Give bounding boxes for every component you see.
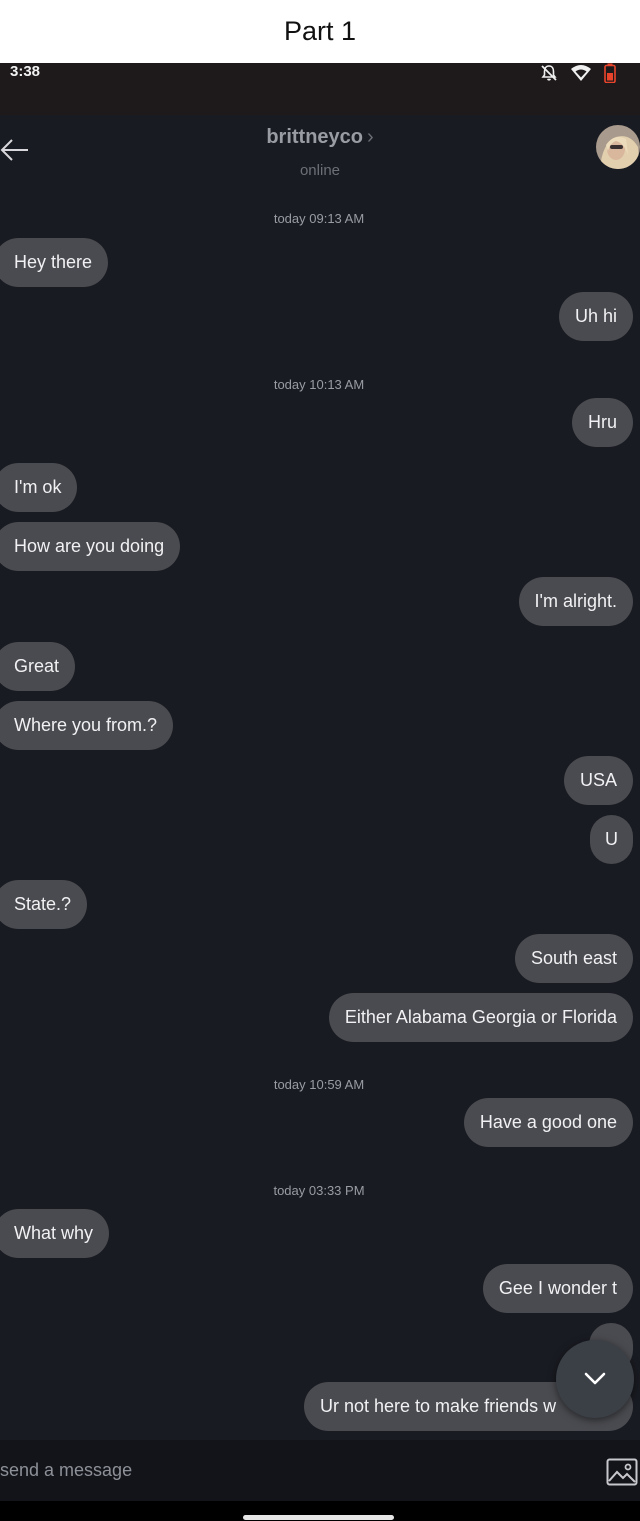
chat-header: brittneyco › online: [0, 115, 640, 195]
incoming-message[interactable]: What why: [0, 1209, 110, 1258]
incoming-message[interactable]: I'm ok: [0, 463, 78, 512]
outgoing-message[interactable]: Have a good one: [463, 1098, 633, 1147]
status-time: 3:38: [10, 63, 41, 80]
timestamp: today 03:33 PM: [273, 1183, 365, 1198]
timestamp: today 09:13 AM: [273, 211, 365, 226]
outgoing-message[interactable]: USA: [563, 756, 633, 805]
incoming-message[interactable]: State.?: [0, 880, 88, 929]
outgoing-message[interactable]: Either Alabama Georgia or Florida: [328, 993, 633, 1042]
incoming-message[interactable]: Where you from.?: [0, 701, 174, 750]
outgoing-message[interactable]: U: [590, 815, 633, 864]
outgoing-message[interactable]: South east: [514, 934, 633, 983]
contact-name: brittneyco: [266, 126, 363, 148]
outgoing-message[interactable]: Uh hi: [558, 292, 633, 341]
avatar[interactable]: [596, 125, 640, 169]
status-icons: [540, 63, 616, 83]
timestamp: today 10:13 AM: [273, 377, 365, 392]
image-attach-icon[interactable]: [606, 1458, 638, 1486]
wifi-icon: [571, 65, 591, 81]
status-bar: 3:38: [0, 63, 640, 115]
home-indicator[interactable]: [243, 1515, 394, 1520]
timestamp: today 10:59 AM: [273, 1077, 365, 1092]
outgoing-message[interactable]: I'm alright.: [518, 577, 633, 626]
notifications-off-icon: [541, 65, 557, 81]
scroll-to-bottom-button[interactable]: [556, 1340, 634, 1418]
presence-status: online: [299, 162, 341, 179]
navigation-bar: [0, 1501, 640, 1521]
incoming-message[interactable]: How are you doing: [0, 522, 181, 571]
message-composer: [0, 1440, 640, 1501]
battery-icon: [604, 63, 616, 83]
chevron-right-icon: ›: [367, 126, 374, 148]
incoming-message[interactable]: Hey there: [0, 238, 109, 287]
incoming-message[interactable]: Great: [0, 642, 76, 691]
contact-name-button[interactable]: brittneyco ›: [0, 126, 640, 149]
chevron-down-icon: [584, 1372, 606, 1385]
message-input[interactable]: [0, 1452, 590, 1488]
outgoing-message[interactable]: Hru: [571, 398, 633, 447]
page-caption: Part 1: [0, 0, 640, 63]
outgoing-message[interactable]: Gee I wonder t: [482, 1264, 633, 1313]
